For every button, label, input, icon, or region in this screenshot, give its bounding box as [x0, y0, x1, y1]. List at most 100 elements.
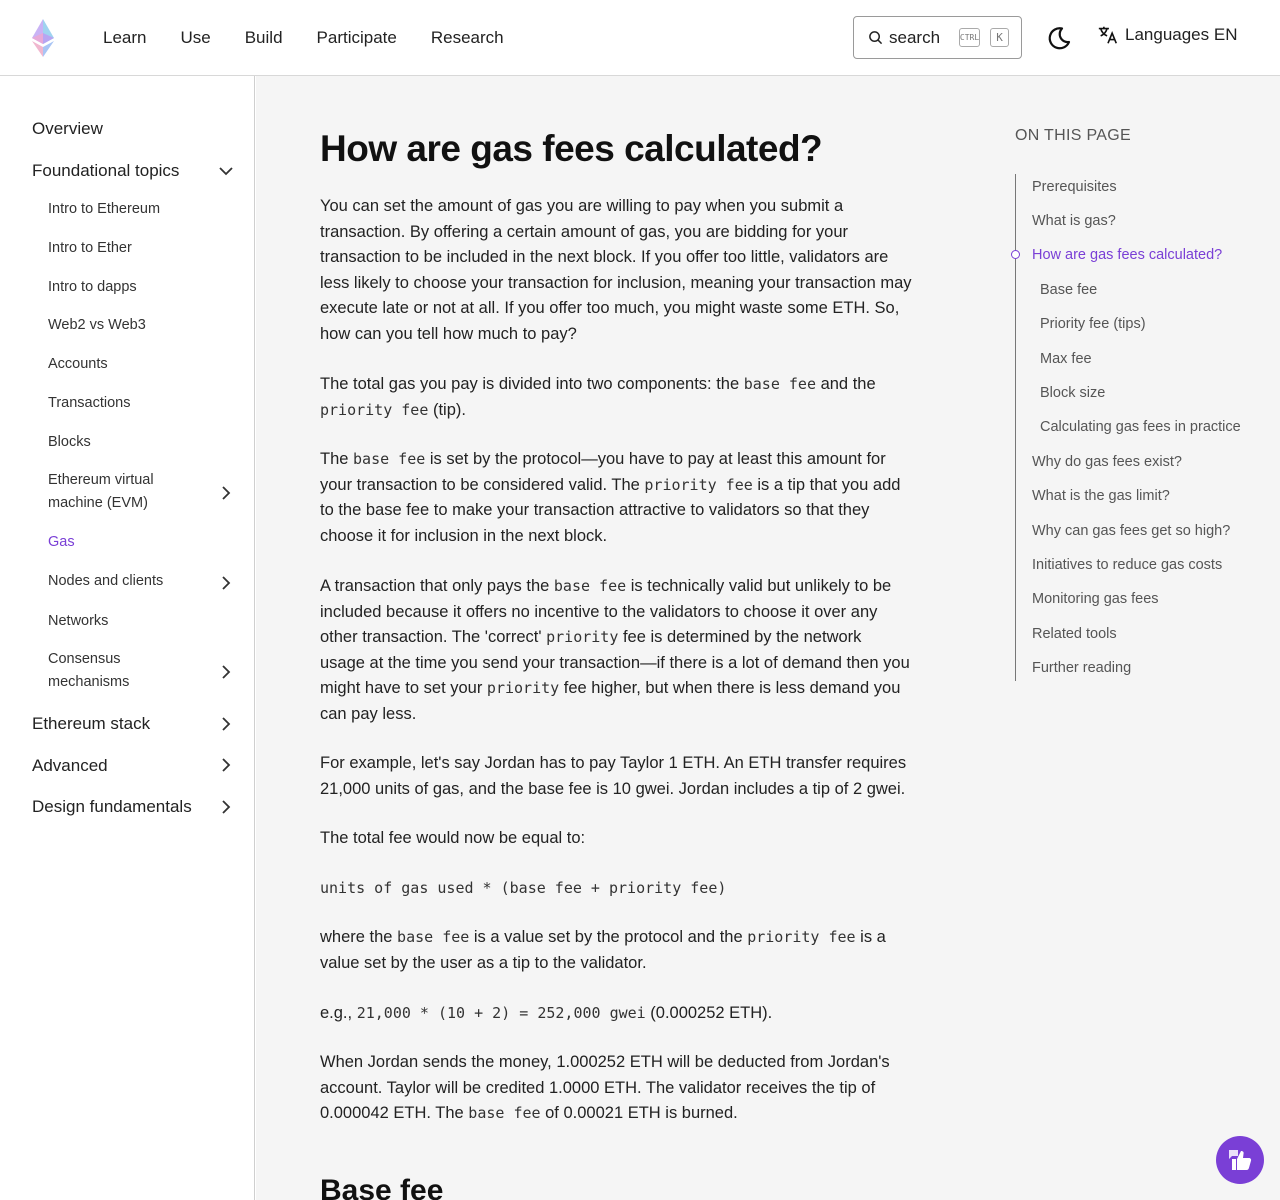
nav-participate[interactable]: Participate: [317, 28, 397, 48]
toc-item-monitoring[interactable]: Monitoring gas fees: [1032, 591, 1159, 607]
paragraph-intro: You can set the amount of gas you are wi…: [320, 194, 940, 347]
paragraph-result: When Jordan sends the money, 1.000252 ET…: [320, 1050, 940, 1127]
paragraph-total-fee: The total fee would now be equal to:: [320, 829, 586, 847]
section-heading-base-fee: Base fee: [320, 1174, 444, 1200]
text-line: how can you tell how much to pay?: [320, 324, 577, 343]
site-header: Learn Use Build Participate Research sea…: [0, 0, 1280, 76]
sidebar-item-foundational-topics[interactable]: Foundational topics: [32, 161, 179, 181]
sidebar-item-consensus-line1: Consensus: [48, 651, 121, 667]
code-base-fee: base fee: [397, 928, 470, 946]
text: your transaction to be considered valid.…: [320, 475, 645, 494]
moon-icon[interactable]: [1045, 24, 1073, 52]
search-button[interactable]: search CTRL K: [853, 16, 1022, 59]
nav-research[interactable]: Research: [431, 28, 504, 48]
nav-build[interactable]: Build: [245, 28, 283, 48]
toc-item-priority-fee[interactable]: Priority fee (tips): [1040, 316, 1146, 332]
sidebar-item-intro-dapps[interactable]: Intro to dapps: [48, 276, 137, 299]
paragraph-example: For example, let's say Jordan has to pay…: [320, 751, 940, 802]
main-content: How are gas fees calculated? You can set…: [256, 76, 1280, 1200]
sidebar-item-consensus[interactable]: Consensus mechanisms: [48, 648, 129, 694]
sidebar-item-advanced[interactable]: Advanced: [32, 756, 108, 776]
toc-item-further-reading[interactable]: Further reading: [1032, 660, 1131, 676]
chevron-right-icon[interactable]: [219, 758, 233, 772]
text: included because it offers no incentive …: [320, 602, 878, 621]
chevron-right-icon[interactable]: [219, 486, 233, 500]
chevron-down-icon[interactable]: [219, 164, 233, 178]
toc-item-how-calculated[interactable]: How are gas fees calculated?: [1032, 247, 1222, 263]
sidebar-item-design-fundamentals[interactable]: Design fundamentals: [32, 797, 192, 817]
toc-item-gas-limit[interactable]: What is the gas limit?: [1032, 488, 1170, 504]
sidebar-item-gas[interactable]: Gas: [48, 531, 75, 554]
paragraph-components: The total gas you pay is divided into tw…: [320, 372, 940, 423]
nav-use[interactable]: Use: [180, 28, 210, 48]
chevron-right-icon[interactable]: [219, 665, 233, 679]
sidebar-item-ethereum-stack[interactable]: Ethereum stack: [32, 714, 150, 734]
text: is a: [855, 928, 886, 946]
sidebar-item-web2-vs-web3[interactable]: Web2 vs Web3: [48, 314, 146, 337]
search-icon: [869, 31, 883, 45]
toc-item-max-fee[interactable]: Max fee: [1040, 351, 1092, 367]
k-key: K: [990, 28, 1010, 47]
sidebar-item-networks[interactable]: Networks: [48, 610, 108, 633]
text: where the: [320, 928, 398, 946]
text: to the base fee to make your transaction…: [320, 501, 870, 519]
toc-item-why-high[interactable]: Why can gas fees get so high?: [1032, 523, 1230, 539]
text: (0.000252 ETH).: [645, 1004, 773, 1022]
chevron-right-icon[interactable]: [219, 717, 233, 731]
toc-item-block-size[interactable]: Block size: [1040, 385, 1105, 401]
sidebar-item-intro-ethereum[interactable]: Intro to Ethereum: [48, 198, 160, 221]
text: e.g.,: [320, 1004, 357, 1022]
text-line: transaction. By offering a certain amoun…: [320, 222, 848, 241]
paragraph-eg: e.g., 21,000 * (10 + 2) = 252,000 gwei (…: [320, 1001, 940, 1027]
text: choose it for inclusion in the next bloc…: [320, 526, 608, 545]
code-priority-fee: priority fee: [644, 475, 753, 494]
ethereum-logo-icon[interactable]: [28, 18, 58, 58]
code-priority-fee: priority fee: [747, 928, 856, 946]
toc-item-initiatives[interactable]: Initiatives to reduce gas costs: [1032, 557, 1222, 573]
ctrl-key: CTRL: [959, 28, 981, 47]
toc-item-why-exist[interactable]: Why do gas fees exist?: [1032, 454, 1182, 470]
code-priority: priority: [546, 628, 619, 646]
text-line: transaction to be included in the next b…: [320, 248, 889, 266]
code-base-fee: base fee: [353, 450, 426, 468]
text: 0.000042 ETH. The: [320, 1104, 469, 1122]
toc-active-marker: [1011, 250, 1020, 259]
page-title: How are gas fees calculated?: [320, 128, 823, 169]
text: The: [320, 450, 354, 468]
sidebar-item-intro-ether[interactable]: Intro to Ether: [48, 237, 132, 260]
sidebar-item-overview[interactable]: Overview: [32, 119, 103, 139]
toc-item-related-tools[interactable]: Related tools: [1032, 626, 1117, 642]
sidebar-item-accounts[interactable]: Accounts: [48, 353, 108, 376]
chevron-right-icon[interactable]: [219, 576, 233, 590]
sidebar-item-blocks[interactable]: Blocks: [48, 431, 91, 454]
toc-item-prerequisites[interactable]: Prerequisites: [1032, 179, 1117, 195]
text: other transaction. The 'correct': [320, 628, 547, 646]
text-line: You can set the amount of gas you are wi…: [320, 197, 844, 215]
sidebar-item-consensus-line2: mechanisms: [48, 674, 130, 690]
feedback-button[interactable]: [1216, 1136, 1264, 1184]
text-line: execute late or not at all. If you offer…: [320, 299, 900, 317]
languages-button[interactable]: Languages EN: [1097, 24, 1237, 46]
text: is technically valid but unlikely to be: [626, 577, 892, 595]
text-line: 21,000 units of gas, and the base fee is…: [320, 779, 906, 798]
paragraph-where: where the base fee is a value set by the…: [320, 925, 940, 976]
code-priority: priority: [486, 679, 560, 697]
text: can pay less.: [320, 704, 417, 723]
sidebar-item-transactions[interactable]: Transactions: [48, 392, 130, 415]
text: is a value set by the protocol and the: [469, 928, 748, 946]
text: might have to set your: [320, 679, 487, 697]
toc-title: ON THIS PAGE: [1015, 127, 1131, 144]
sidebar-item-evm[interactable]: Ethereum virtual machine (EVM): [48, 469, 154, 515]
toc-item-calculating-in-practice[interactable]: Calculating gas fees in practice: [1040, 419, 1241, 435]
nav-learn[interactable]: Learn: [103, 28, 146, 48]
text: account. Taylor will be credited 1.0000 …: [320, 1078, 876, 1097]
toc-item-what-is-gas[interactable]: What is gas?: [1032, 213, 1116, 229]
text: is a tip that you add: [752, 475, 901, 494]
text: value set by the user as a tip to the va…: [320, 953, 647, 972]
text: is set by the protocol—you have to pay a…: [425, 450, 886, 468]
chevron-right-icon[interactable]: [219, 800, 233, 814]
code-base-fee: base fee: [743, 375, 816, 393]
code-base-fee: base fee: [468, 1104, 541, 1122]
toc-item-base-fee[interactable]: Base fee: [1040, 282, 1097, 298]
sidebar-item-nodes-clients[interactable]: Nodes and clients: [48, 570, 163, 593]
